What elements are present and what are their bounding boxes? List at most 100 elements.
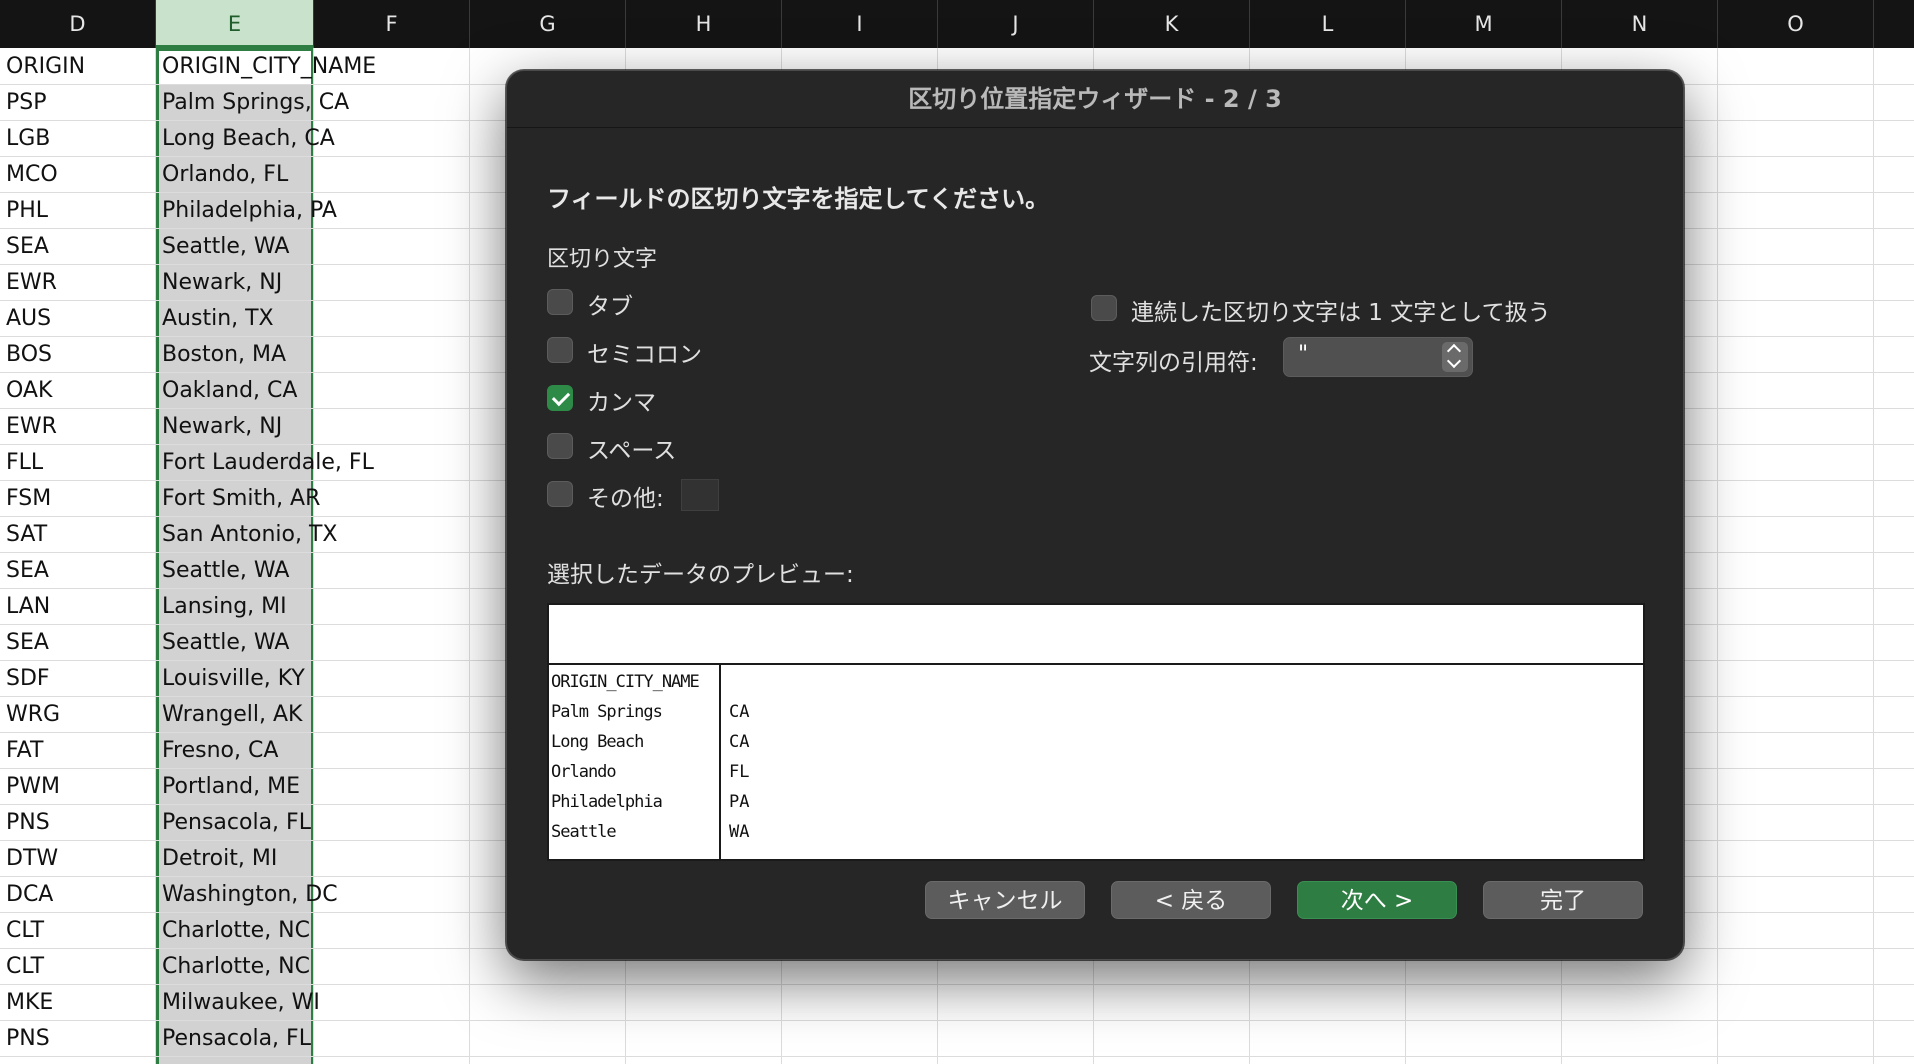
next-button[interactable]: 次へ > bbox=[1297, 881, 1457, 919]
cell-origin[interactable]: MCO bbox=[6, 156, 58, 192]
consecutive-delimiters-checkbox[interactable] bbox=[1091, 295, 1117, 321]
cell-origin[interactable]: EWR bbox=[6, 408, 57, 444]
other-checkbox[interactable] bbox=[547, 481, 573, 507]
table-row: MKE Milwaukee, WI bbox=[0, 984, 400, 1020]
preview-cell: CA bbox=[729, 732, 750, 752]
cell-origin-city-name[interactable]: Boston, MA bbox=[162, 336, 286, 372]
column-header-j[interactable]: J bbox=[938, 0, 1094, 48]
column-header-h[interactable]: H bbox=[626, 0, 782, 48]
cell-origin-city-name[interactable]: Pensacola, FL bbox=[162, 804, 311, 840]
cell-origin-city-name[interactable]: Orlando, FL bbox=[162, 156, 288, 192]
cell-origin[interactable]: SDF bbox=[6, 660, 50, 696]
text-qualifier-select[interactable]: " bbox=[1283, 337, 1473, 377]
cell-origin-city-name[interactable]: Milwaukee, WI bbox=[162, 984, 320, 1020]
cell-origin[interactable]: DTW bbox=[6, 840, 58, 876]
cell-origin[interactable]: SEA bbox=[6, 552, 49, 588]
text-import-wizard-dialog: 区切り位置指定ウィザード - 2 / 3 フィールドの区切り文字を指定してくださ… bbox=[506, 70, 1684, 960]
cell-origin[interactable]: OAK bbox=[6, 372, 52, 408]
column-header-g[interactable]: G bbox=[470, 0, 626, 48]
column-header-m[interactable]: M bbox=[1406, 0, 1562, 48]
back-button[interactable]: < 戻る bbox=[1111, 881, 1271, 919]
cell-origin[interactable]: PSP bbox=[6, 84, 47, 120]
table-row: CLT Charlotte, NC bbox=[0, 912, 400, 948]
cell-origin-city-name[interactable]: Fort Smith, AR bbox=[162, 480, 320, 516]
cell-origin-city-name[interactable]: Oakland, CA bbox=[162, 372, 297, 408]
cell-origin[interactable]: SEA bbox=[6, 624, 49, 660]
cell-origin-city-name[interactable]: Washington, DC bbox=[162, 876, 338, 912]
cell-origin[interactable]: PWM bbox=[6, 768, 60, 804]
table-row: SEA Seattle, WA bbox=[0, 624, 400, 660]
cell-origin[interactable]: CLT bbox=[6, 912, 44, 948]
cell-origin[interactable]: PNS bbox=[6, 804, 50, 840]
cell-origin[interactable]: WRG bbox=[6, 696, 60, 732]
cell-origin-city-name[interactable]: Austin, TX bbox=[162, 300, 274, 336]
cell-origin[interactable]: PNS bbox=[6, 1020, 50, 1056]
cell-origin-city-name[interactable]: ORIGIN_CITY_NAME bbox=[162, 48, 376, 84]
cell-origin-city-name[interactable]: Newark, NJ bbox=[162, 408, 282, 444]
cell-origin-city-name[interactable]: Lansing, MI bbox=[162, 588, 287, 624]
cell-origin[interactable]: SEA bbox=[6, 228, 49, 264]
cell-origin-city-name[interactable]: Portland, ME bbox=[162, 768, 300, 804]
column-header-f[interactable]: F bbox=[314, 0, 470, 48]
cell-origin[interactable]: LAN bbox=[6, 588, 50, 624]
cell-origin[interactable]: SAT bbox=[6, 516, 47, 552]
cell-origin[interactable]: AUS bbox=[6, 300, 51, 336]
cell-origin[interactable]: BOS bbox=[6, 336, 52, 372]
column-header-e[interactable]: E bbox=[156, 0, 314, 48]
cell-origin[interactable]: CLT bbox=[6, 948, 44, 984]
table-row: LGB Long Beach, CA bbox=[0, 120, 400, 156]
cell-origin-city-name[interactable]: Newark, NJ bbox=[162, 264, 282, 300]
table-row: PNS Pensacola, FL bbox=[0, 804, 400, 840]
column-header-bar: DEFGHIJKLMNO bbox=[0, 0, 1914, 48]
column-header-i[interactable]: I bbox=[782, 0, 938, 48]
cell-origin-city-name[interactable]: Fort Lauderdale, FL bbox=[162, 444, 374, 480]
data-preview[interactable]: ORIGIN_CITY_NAME Palm Springs CA Long Bea… bbox=[547, 603, 1645, 861]
cell-origin[interactable]: EWR bbox=[6, 264, 57, 300]
space-label: スペース bbox=[587, 438, 677, 464]
semicolon-checkbox[interactable] bbox=[547, 337, 573, 363]
column-header-o[interactable]: O bbox=[1718, 0, 1874, 48]
cell-origin-city-name[interactable]: Palm Springs, CA bbox=[162, 84, 349, 120]
cell-origin-city-name[interactable]: San Antonio, TX bbox=[162, 516, 337, 552]
cell-origin-city-name[interactable]: Detroit, MI bbox=[162, 840, 277, 876]
cell-origin[interactable]: ORIGIN bbox=[6, 48, 85, 84]
cell-origin-city-name[interactable]: Seattle, WA bbox=[162, 228, 289, 264]
cell-origin-city-name[interactable]: Seattle, WA bbox=[162, 624, 289, 660]
cell-origin[interactable]: FLL bbox=[6, 444, 43, 480]
semicolon-label: セミコロン bbox=[587, 342, 702, 368]
cell-origin[interactable]: PHL bbox=[6, 192, 48, 228]
column-header-n[interactable]: N bbox=[1562, 0, 1718, 48]
cell-origin[interactable]: MKE bbox=[6, 984, 53, 1020]
comma-checkbox[interactable] bbox=[547, 385, 573, 411]
preview-row: Palm Springs CA bbox=[549, 697, 1643, 727]
cell-origin-city-name[interactable]: Charlotte, NC bbox=[162, 912, 310, 948]
finish-button[interactable]: 完了 bbox=[1483, 881, 1643, 919]
column-header-k[interactable]: K bbox=[1094, 0, 1250, 48]
preview-row: Long Beach CA bbox=[549, 727, 1643, 757]
consecutive-delimiters-label: 連続した区切り文字は 1 文字として扱う bbox=[1131, 300, 1551, 326]
tab-checkbox[interactable] bbox=[547, 289, 573, 315]
cell-origin-city-name[interactable]: Seattle, WA bbox=[162, 552, 289, 588]
cell-origin-city-name[interactable]: Fresno, CA bbox=[162, 732, 278, 768]
other-delimiter-input[interactable] bbox=[681, 479, 719, 511]
title-divider bbox=[507, 127, 1683, 128]
cell-origin-city-name[interactable]: Wrangell, AK bbox=[162, 696, 302, 732]
cell-origin-city-name[interactable]: Charlotte, NC bbox=[162, 948, 310, 984]
cell-origin[interactable]: FSM bbox=[6, 480, 51, 516]
preview-cell: Long Beach bbox=[551, 732, 644, 752]
cell-origin-city-name[interactable]: Philadelphia, PA bbox=[162, 192, 337, 228]
table-row: SDF Louisville, KY bbox=[0, 660, 400, 696]
cell-origin[interactable]: DCA bbox=[6, 876, 53, 912]
cell-origin-city-name[interactable]: Pensacola, FL bbox=[162, 1020, 311, 1056]
column-header-l[interactable]: L bbox=[1250, 0, 1406, 48]
cancel-button[interactable]: キャンセル bbox=[925, 881, 1085, 919]
cell-origin-city-name[interactable]: Louisville, KY bbox=[162, 660, 305, 696]
cell-origin[interactable]: LGB bbox=[6, 120, 50, 156]
table-row: OAK Oakland, CA bbox=[0, 372, 400, 408]
cell-origin-city-name[interactable]: Long Beach, CA bbox=[162, 120, 335, 156]
space-checkbox[interactable] bbox=[547, 433, 573, 459]
cell-origin[interactable]: FAT bbox=[6, 732, 43, 768]
column-header-d[interactable]: D bbox=[0, 0, 156, 48]
tab-label: タブ bbox=[587, 294, 633, 320]
table-row: PHL Philadelphia, PA bbox=[0, 192, 400, 228]
